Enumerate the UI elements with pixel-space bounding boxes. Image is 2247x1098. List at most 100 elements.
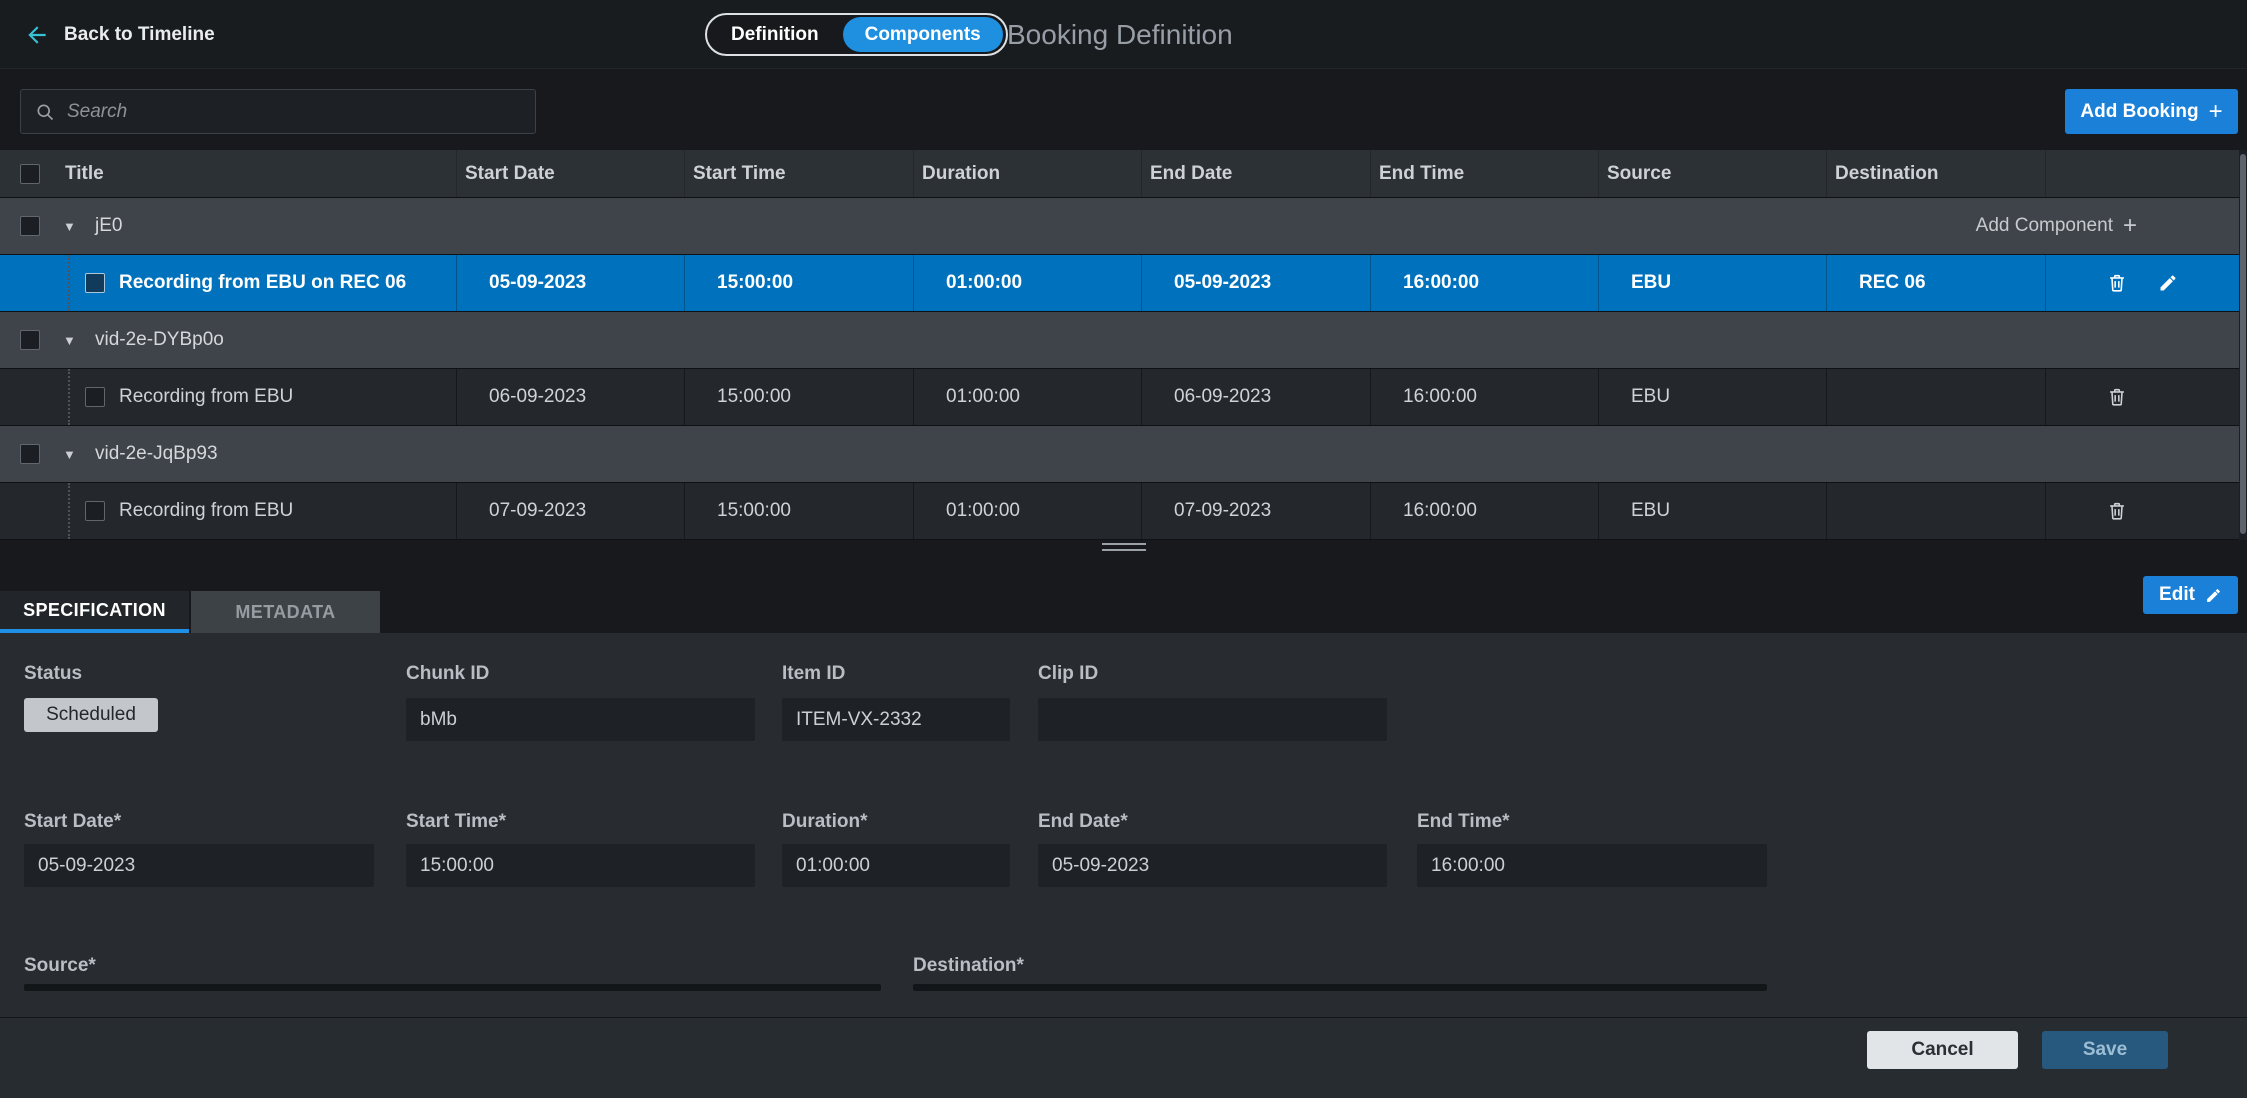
cell-title: Recording from EBU [57,369,456,425]
cell-duration: 01:00:00 [913,483,1141,539]
scrollbar-thumb[interactable] [2240,154,2246,534]
back-to-timeline-button[interactable]: Back to Timeline [24,0,215,69]
status-label: Status [24,663,82,685]
cell-source: EBU [1598,369,1826,425]
end-time-field[interactable] [1417,844,1767,887]
add-booking-button[interactable]: Add Booking + [2065,89,2238,134]
cell-end-time: 16:00:00 [1370,483,1598,539]
col-source[interactable]: Source [1598,150,1826,197]
edit-button[interactable]: Edit [2143,576,2238,614]
duration-field[interactable] [782,844,1010,887]
group-name: jE0 [95,215,122,237]
end-time-label: End Time* [1417,811,1510,833]
cell-destination [1826,483,2045,539]
cell-start-date: 06-09-2023 [456,369,684,425]
cell-end-date: 05-09-2023 [1141,255,1370,311]
definition-components-toggle: Definition Components [705,13,1008,56]
delete-row-button[interactable] [2106,500,2128,522]
tree-guide [68,255,70,311]
page-title: Booking Definition [1007,0,1233,69]
cell-source: EBU [1598,483,1826,539]
panel-tabs: SPECIFICATION METADATA [0,591,380,633]
group-name: vid-2e-JqBp93 [95,443,218,465]
search-box[interactable] [20,89,536,134]
start-time-label: Start Time* [406,811,506,833]
tab-metadata[interactable]: METADATA [191,591,380,633]
cell-start-date: 07-09-2023 [456,483,684,539]
group-row[interactable]: ▼ vid-2e-JqBp93 [0,426,2247,483]
group-row[interactable]: ▼ jE0 Add Component + [0,198,2247,255]
cell-destination [1826,369,2045,425]
booking-app: Back to Timeline Definition Components B… [0,0,2247,1098]
table-row[interactable]: Recording from EBU on REC 06 05-09-2023 … [0,255,2247,312]
caret-down-icon[interactable]: ▼ [63,219,85,234]
cancel-button[interactable]: Cancel [1867,1031,2018,1069]
select-all-checkbox[interactable] [20,164,40,184]
table-row[interactable]: Recording from EBU 07-09-2023 15:00:00 0… [0,483,2247,540]
row-title: Recording from EBU [119,386,293,408]
col-duration[interactable]: Duration [913,150,1141,197]
back-label: Back to Timeline [64,24,215,46]
top-bar: Back to Timeline Definition Components B… [0,0,2247,69]
splitter-handle[interactable] [1102,543,1146,551]
row-checkbox[interactable] [85,501,105,521]
pencil-icon [2158,273,2178,293]
cell-source: EBU [1598,255,1826,311]
row-checkbox[interactable] [85,387,105,407]
edit-label: Edit [2159,584,2195,606]
cell-start-date: 05-09-2023 [456,255,684,311]
source-label: Source* [24,955,96,977]
add-booking-label: Add Booking [2080,101,2198,123]
caret-down-icon[interactable]: ▼ [63,447,85,462]
destination-label: Destination* [913,955,1024,977]
chunk-id-label: Chunk ID [406,663,489,685]
row-checkbox[interactable] [85,273,105,293]
row-actions [2045,369,2247,425]
cell-title: Recording from EBU [57,483,456,539]
col-actions [2045,150,2247,197]
start-date-field[interactable] [24,844,374,887]
col-end-time[interactable]: End Time [1370,150,1598,197]
cell-duration: 01:00:00 [913,255,1141,311]
pencil-icon [2205,587,2222,604]
group-row[interactable]: ▼ vid-2e-DYBp0o [0,312,2247,369]
save-button[interactable]: Save [2042,1031,2168,1069]
plus-icon: + [2123,214,2137,238]
delete-row-button[interactable] [2106,386,2128,408]
tab-specification[interactable]: SPECIFICATION [0,591,189,633]
table-row[interactable]: Recording from EBU 06-09-2023 15:00:00 0… [0,369,2247,426]
vertical-scrollbar[interactable] [2239,150,2247,540]
toggle-definition[interactable]: Definition [707,15,843,54]
col-end-date[interactable]: End Date [1141,150,1370,197]
edit-row-button[interactable] [2158,273,2178,293]
end-date-field[interactable] [1038,844,1387,887]
row-actions [2045,483,2247,539]
item-id-field[interactable] [782,698,1010,741]
toggle-components[interactable]: Components [843,17,1003,52]
caret-down-icon[interactable]: ▼ [63,333,85,348]
col-title[interactable]: Title [57,150,456,197]
group-checkbox[interactable] [20,330,40,350]
destination-select[interactable] [913,984,1767,991]
group-checkbox[interactable] [20,444,40,464]
col-start-date[interactable]: Start Date [456,150,684,197]
cell-end-time: 16:00:00 [1370,369,1598,425]
col-start-time[interactable]: Start Time [684,150,913,197]
delete-row-button[interactable] [2106,272,2128,294]
bookings-table: Title Start Date Start Time Duration End… [0,150,2247,540]
source-select[interactable] [24,984,881,991]
chunk-id-field[interactable] [406,698,755,741]
add-component-button[interactable]: Add Component + [1976,214,2137,238]
start-time-field[interactable] [406,844,755,887]
group-checkbox[interactable] [20,216,40,236]
clip-id-field[interactable] [1038,698,1387,741]
cell-end-date: 07-09-2023 [1141,483,1370,539]
duration-label: Duration* [782,811,868,833]
footer-bar: Cancel Save [0,1017,2247,1098]
row-actions [2045,255,2247,311]
panel-header-bar: SPECIFICATION METADATA Edit [0,540,2247,633]
end-date-label: End Date* [1038,811,1128,833]
col-destination[interactable]: Destination [1826,150,2045,197]
search-input[interactable] [67,101,521,123]
row-title: Recording from EBU on REC 06 [119,272,406,294]
